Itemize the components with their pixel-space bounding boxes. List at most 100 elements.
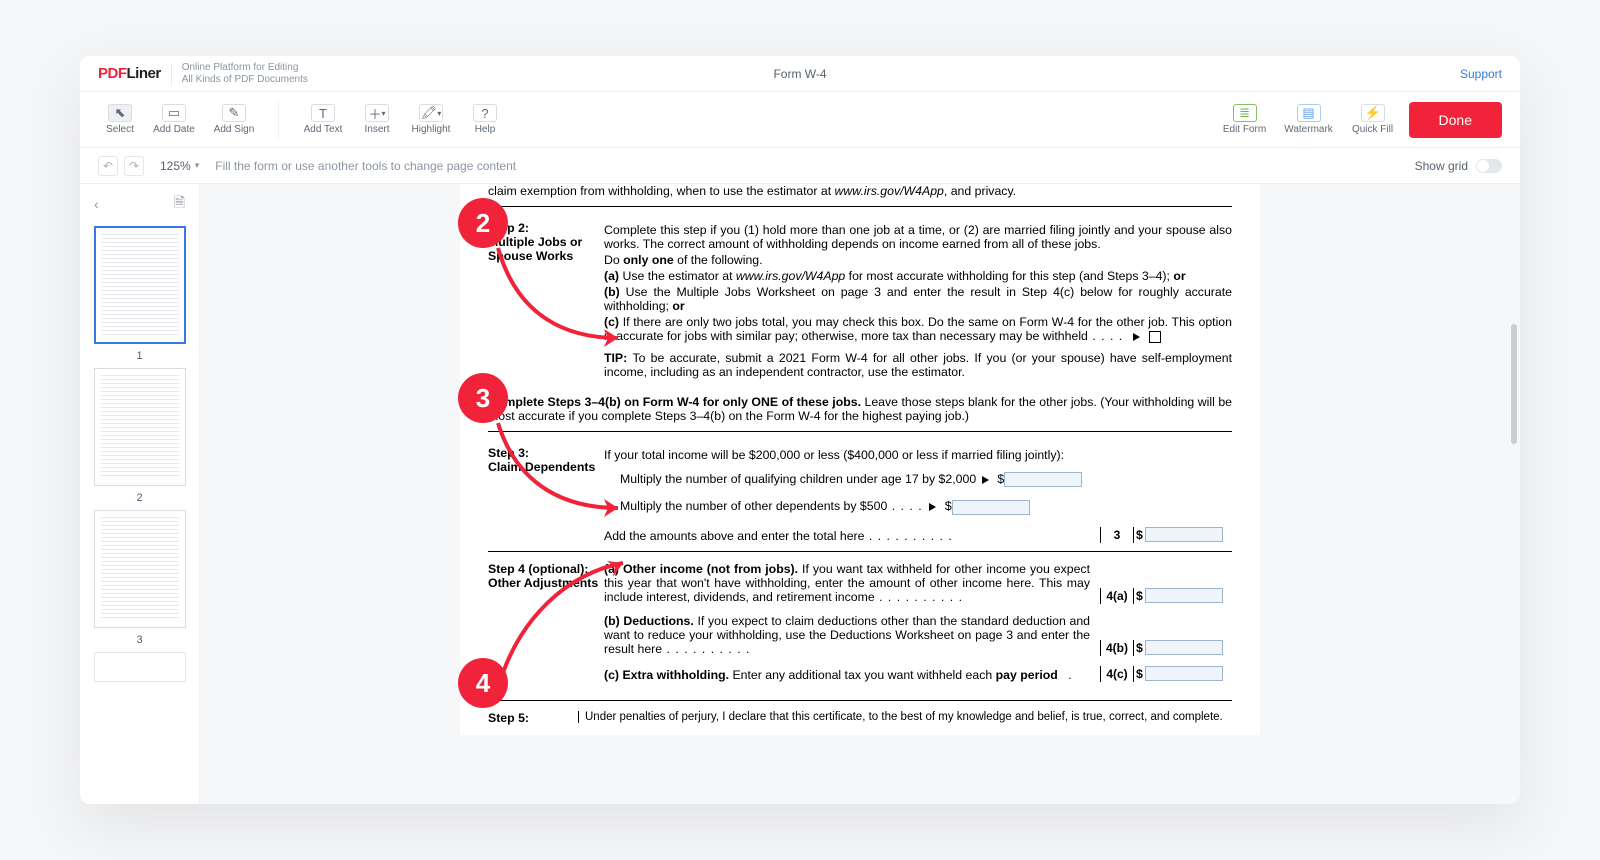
dots-leader-5 <box>662 642 750 656</box>
edit-form-tool[interactable]: ≣ Edit Form <box>1217 98 1273 142</box>
step-4a-row: (a) Other income (not from jobs). If you… <box>604 562 1232 604</box>
thumbs-options-icon[interactable]: 🗎 <box>174 192 185 216</box>
step-2-a-url: www.irs.gov/W4App <box>736 269 845 283</box>
thumbnail-label-1: 1 <box>136 350 142 362</box>
dots-leader-4 <box>875 590 963 604</box>
triangle-icon-3 <box>929 503 936 511</box>
annotation-num-4: 4 <box>476 668 490 699</box>
step-4b-body: (b) Deductions. If you expect to claim d… <box>604 614 1100 656</box>
step-3-line-1: Multiply the number of qualifying childr… <box>604 472 1232 487</box>
select-tool[interactable]: ⬉ Select <box>98 98 142 142</box>
divider-line-3 <box>488 551 1232 552</box>
step-4c-field[interactable] <box>1145 666 1223 681</box>
scrollbar-thumb[interactable] <box>1511 324 1517 444</box>
thumbnail-page-1[interactable] <box>94 226 186 344</box>
zoom-dropdown[interactable]: 125% ▾ <box>160 159 199 173</box>
step-2-b-text: Use the Multiple Jobs Worksheet on page … <box>604 285 1232 313</box>
select-label: Select <box>106 124 134 135</box>
step-3-total-cells: 3 $ <box>1100 527 1232 543</box>
dollar-sign-2: $ <box>945 499 952 513</box>
cell-4a-value: $ <box>1134 588 1232 604</box>
toolbar-divider-1 <box>278 102 279 138</box>
annotation-num-2: 2 <box>476 208 490 239</box>
insert-tool[interactable]: ＋▾ Insert <box>355 98 399 142</box>
add-date-tool[interactable]: ▭ Add Date <box>146 98 202 142</box>
tool-group-main: ⬉ Select ▭ Add Date ✎ Add Sign <box>98 98 262 142</box>
step-2-a-tail: for most accurate withholding for this s… <box>845 269 1173 283</box>
triangle-icon-1 <box>1133 333 1140 341</box>
annotation-num-3: 3 <box>476 383 490 414</box>
document-canvas[interactable]: 2 3 4 claim exemption from wi <box>200 184 1520 804</box>
add-date-label: Add Date <box>153 124 195 135</box>
help-tool[interactable]: ? Help <box>463 98 507 142</box>
intro-text: claim exemption from withholding, when t… <box>488 184 835 198</box>
step-3-field-others[interactable] <box>952 500 1030 515</box>
document-wrapper: 2 3 4 claim exemption from wi <box>350 184 1370 804</box>
step-2-p1: Complete this step if you (1) hold more … <box>604 223 1232 251</box>
dollar-sign-6: $ <box>1136 667 1143 681</box>
step-3-total-field[interactable] <box>1145 527 1223 542</box>
step-3-field-children[interactable] <box>1004 472 1082 487</box>
step-4a-field[interactable] <box>1145 588 1223 603</box>
annotation-circle-2: 2 <box>458 198 508 248</box>
show-grid-toggle[interactable] <box>1476 159 1502 173</box>
step-3-body: If your total income will be $200,000 or… <box>604 446 1232 543</box>
step-2-b-or: or <box>672 299 684 313</box>
undo-button[interactable]: ↶ <box>98 156 118 176</box>
cell-4c-label: 4(c) <box>1100 666 1134 682</box>
cursor-icon: ⬉ <box>108 104 132 122</box>
zoom-value: 125% <box>160 159 191 173</box>
help-icon: ? <box>473 104 497 122</box>
brand-separator <box>171 63 172 85</box>
app-window: PDFLiner Online Platform for Editing All… <box>80 56 1520 804</box>
second-toolbar: ↶ ↷ 125% ▾ Fill the form or use another … <box>80 148 1520 184</box>
dots-leader-2 <box>887 499 927 513</box>
thumbnail-page-3[interactable] <box>94 510 186 628</box>
add-sign-tool[interactable]: ✎ Add Sign <box>206 98 262 142</box>
highlight-tool[interactable]: 🖍▾ Highlight <box>403 98 459 142</box>
cell-4a-label: 4(a) <box>1100 588 1134 604</box>
step-4b-field[interactable] <box>1145 640 1223 655</box>
tagline-2: All Kinds of PDF Documents <box>182 74 308 86</box>
plus-icon: ＋▾ <box>365 104 389 122</box>
step-4a-body: (a) Other income (not from jobs). If you… <box>604 562 1100 604</box>
dollar-sign-5: $ <box>1136 641 1143 655</box>
step-3-l1-text: Multiply the number of qualifying childr… <box>620 472 980 486</box>
dollar-sign-4: $ <box>1136 589 1143 603</box>
step-4-body: (a) Other income (not from jobs). If you… <box>604 562 1232 682</box>
step-3-p1: If your total income will be $200,000 or… <box>604 448 1232 462</box>
cell-3-label: 3 <box>1100 527 1134 543</box>
step-2-a-text: Use the estimator at <box>622 269 735 283</box>
step-5-text: Under penalties of perjury, I declare th… <box>578 711 1232 723</box>
show-grid-control: Show grid <box>1415 159 1502 173</box>
step-3-total-body: Add the amounts above and enter the tota… <box>604 529 1100 543</box>
step-4a-bold: Other income (not from jobs). <box>623 562 798 576</box>
thumbnail-label-2: 2 <box>136 492 142 504</box>
step-2-opt-c: (c) If there are only two jobs total, yo… <box>604 315 1232 343</box>
done-button[interactable]: Done <box>1409 102 1502 138</box>
watermark-label: Watermark <box>1284 124 1333 135</box>
step-2c-checkbox[interactable] <box>1149 331 1161 343</box>
thumbnail-page-4[interactable] <box>94 652 186 682</box>
edit-form-label: Edit Form <box>1223 124 1266 135</box>
history-buttons: ↶ ↷ <box>98 156 144 176</box>
toolbar: ⬉ Select ▭ Add Date ✎ Add Sign T Add Tex… <box>80 92 1520 148</box>
step-4a-cells: 4(a) $ <box>1100 588 1232 604</box>
support-link[interactable]: Support <box>1460 67 1502 81</box>
thumbnail-page-2[interactable] <box>94 368 186 486</box>
tagline-1: Online Platform for Editing <box>182 62 308 74</box>
add-text-tool[interactable]: T Add Text <box>295 98 351 142</box>
step-4c-text: Enter any additional tax you want withhe… <box>729 668 996 682</box>
tagline: Online Platform for Editing All Kinds of… <box>182 62 308 85</box>
watermark-tool[interactable]: ▤ Watermark <box>1281 98 1337 142</box>
thumbnail-label-3: 3 <box>136 634 142 646</box>
dollar-sign-1: $ <box>997 472 1004 486</box>
quick-fill-tool[interactable]: ⚡ Quick Fill <box>1345 98 1401 142</box>
back-icon[interactable]: ‹ <box>94 196 99 212</box>
edit-form-icon: ≣ <box>1233 104 1257 122</box>
vertical-scrollbar[interactable] <box>1508 184 1520 804</box>
insert-label: Insert <box>364 124 389 135</box>
step-2-do: Do only one of the following. <box>604 253 1232 267</box>
header: PDFLiner Online Platform for Editing All… <box>80 56 1520 92</box>
redo-button[interactable]: ↷ <box>124 156 144 176</box>
